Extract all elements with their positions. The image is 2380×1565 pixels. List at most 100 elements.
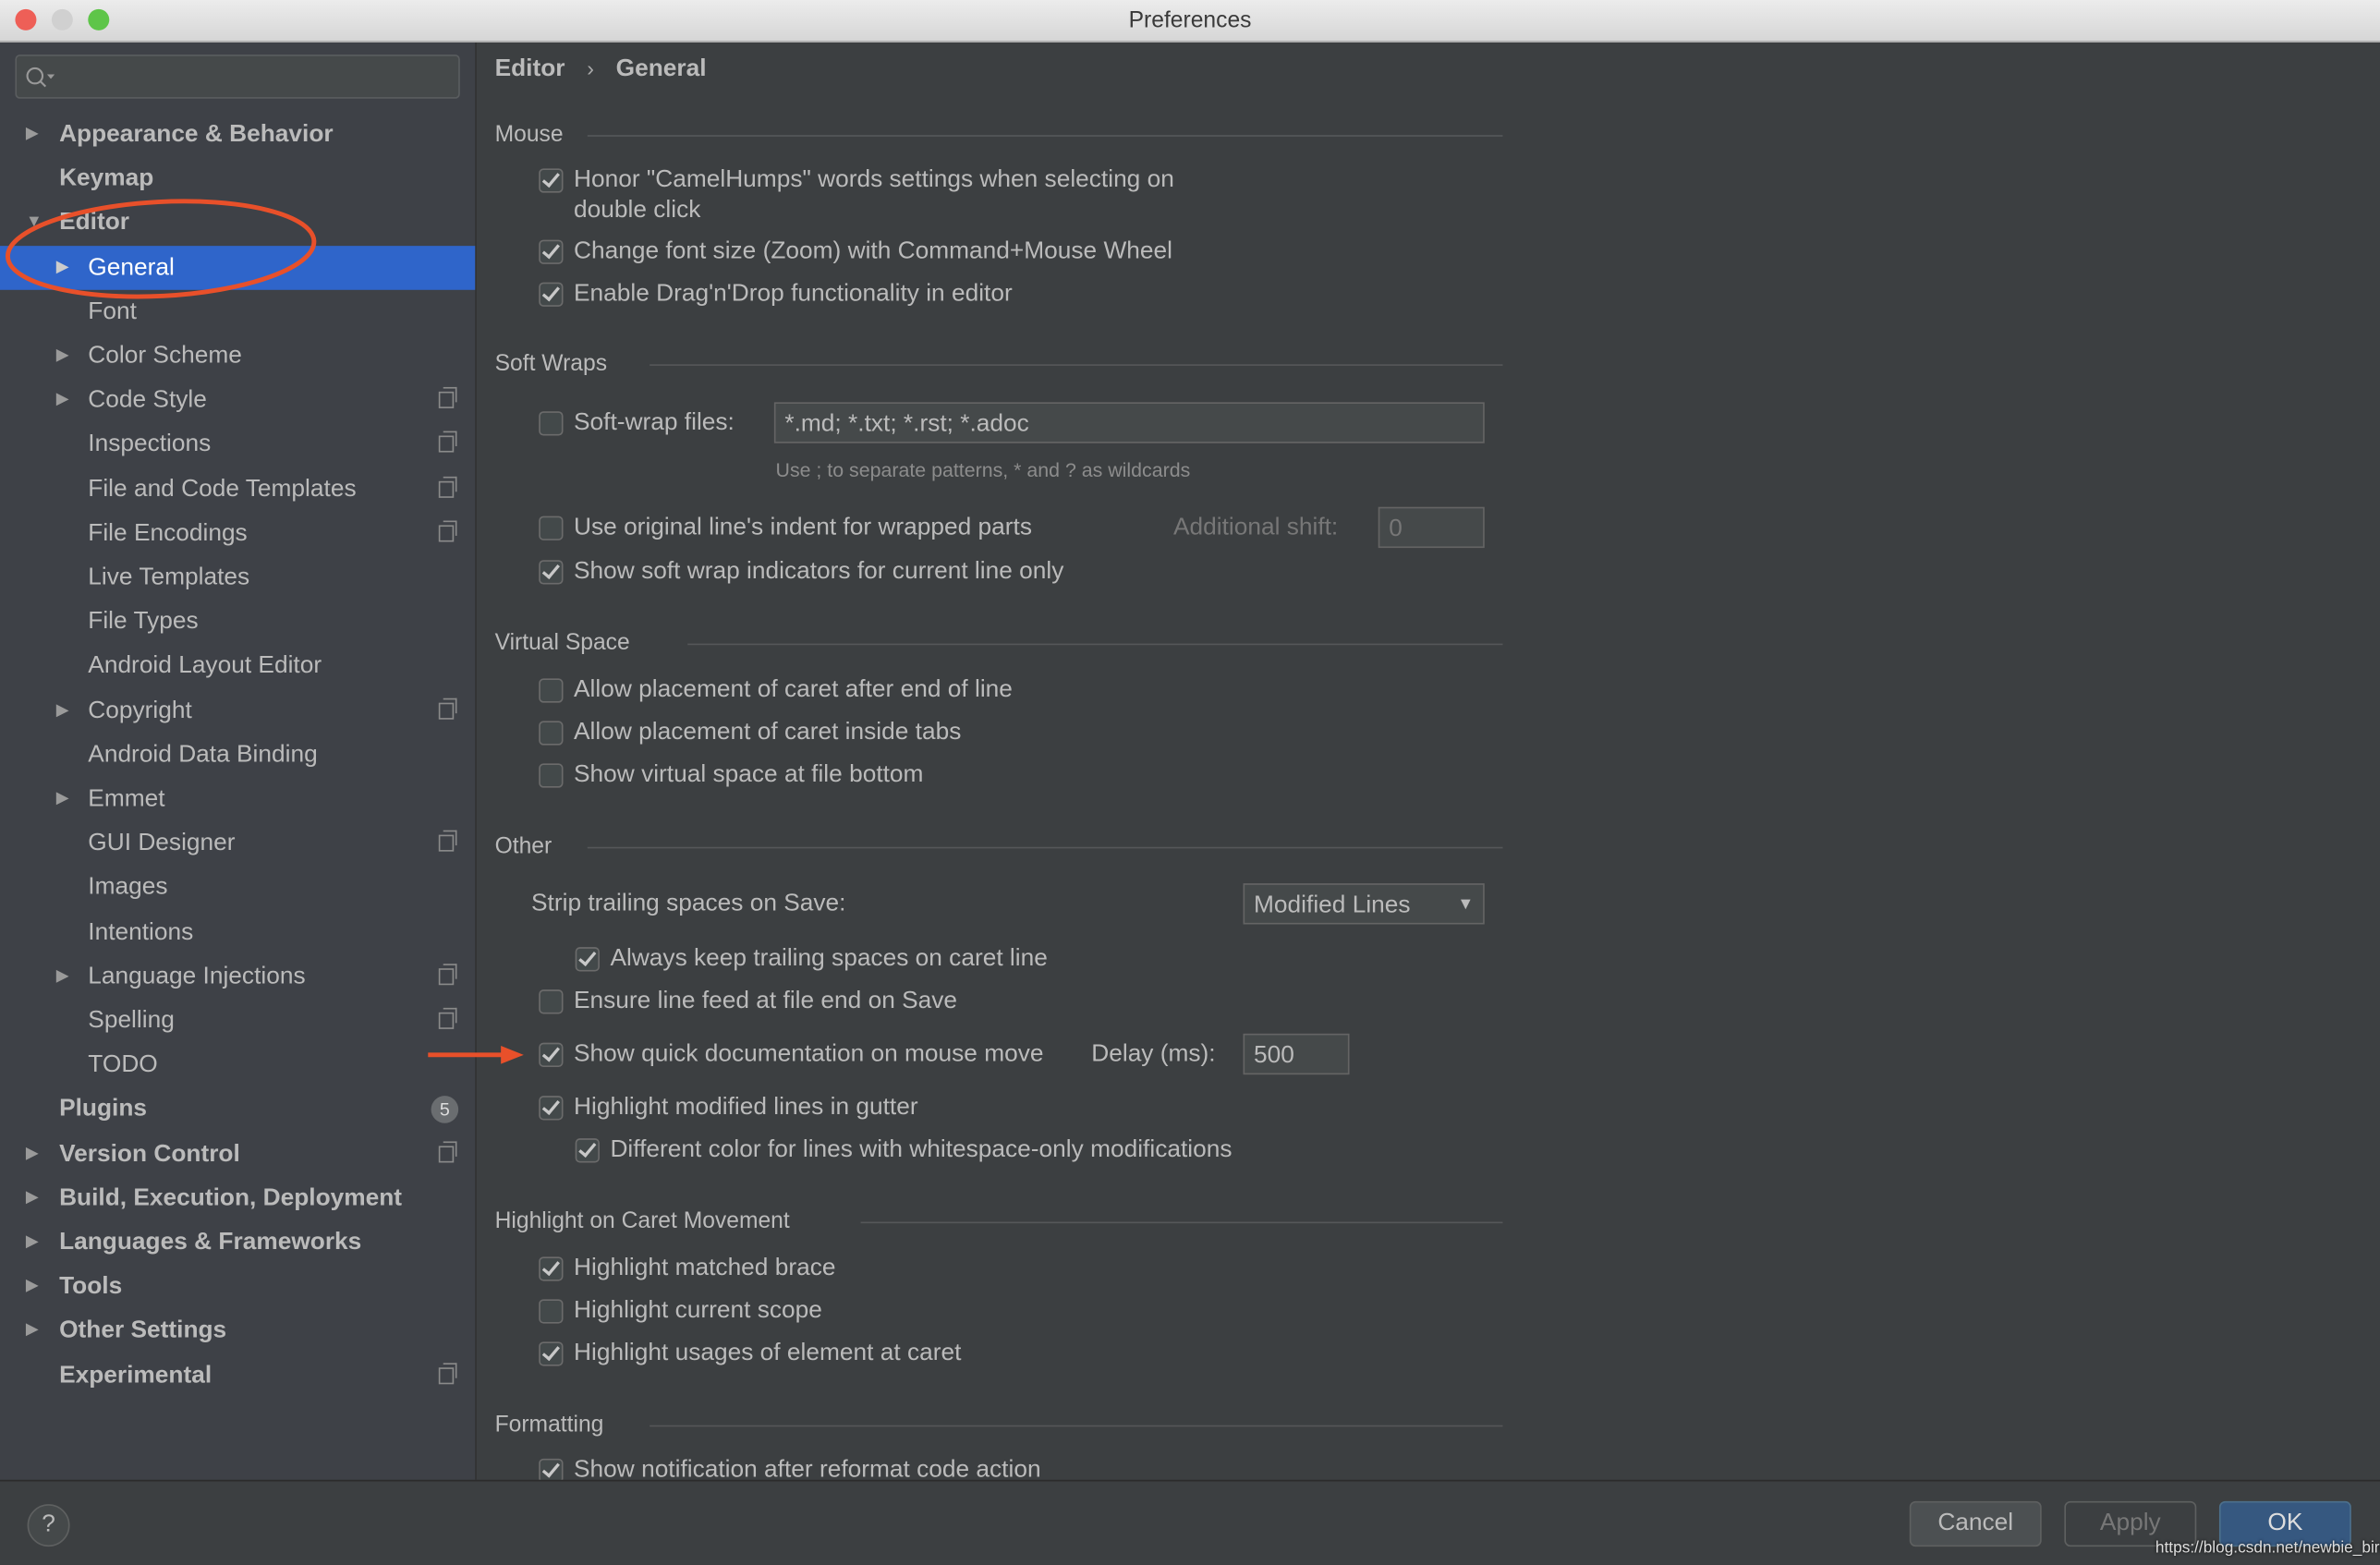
sidebar-item-file-and-code-templates[interactable]: File and Code Templates bbox=[0, 467, 475, 511]
sidebar-item-appearance-behavior[interactable]: ▶ Appearance & Behavior bbox=[0, 113, 475, 157]
checkbox-always-keep-trailing-spaces-on-caret-lin[interactable] bbox=[575, 947, 600, 972]
strip-trailing-spaces-dropdown[interactable]: Modified Lines ▼ bbox=[1243, 883, 1485, 925]
chevron-right-icon[interactable]: ▶ bbox=[56, 334, 69, 378]
checkbox-label[interactable]: Soft-wrap files: bbox=[574, 408, 735, 439]
checkbox-label[interactable]: Always keep trailing spaces on caret lin… bbox=[610, 944, 1047, 975]
checkbox-label[interactable]: Allow placement of caret inside tabs bbox=[574, 718, 961, 748]
sidebar-item-copyright[interactable]: ▶ Copyright bbox=[0, 688, 475, 733]
section-divider bbox=[650, 364, 1503, 366]
chevron-right-icon[interactable]: ▶ bbox=[56, 954, 69, 999]
section-header-virtual-space: Virtual Space bbox=[494, 629, 630, 656]
sidebar-item-version-control[interactable]: ▶ Version Control bbox=[0, 1132, 475, 1176]
checkbox-highlight-current-scope[interactable] bbox=[539, 1299, 564, 1324]
sidebar-item-android-data-binding[interactable]: Android Data Binding bbox=[0, 733, 475, 777]
preferences-window: Preferences ▶ Appearance & Behavior Keymap… bbox=[0, 0, 2380, 1565]
sidebar-item-color-scheme[interactable]: ▶ Color Scheme bbox=[0, 334, 475, 378]
sidebar-item-keymap[interactable]: Keymap bbox=[0, 157, 475, 201]
checkbox-label[interactable]: Allow placement of caret after end of li… bbox=[574, 675, 1013, 706]
checkbox-label[interactable]: Enable Drag'n'Drop functionality in edit… bbox=[574, 279, 1013, 309]
chevron-right-icon[interactable]: ▶ bbox=[26, 1265, 39, 1309]
checkbox-show-soft-wrap-indicators-for-current-li[interactable] bbox=[539, 560, 564, 585]
sidebar-item-emmet[interactable]: ▶ Emmet bbox=[0, 777, 475, 821]
checkbox-label[interactable]: Highlight usages of element at caret bbox=[574, 1339, 961, 1369]
checkbox-label[interactable]: Highlight matched brace bbox=[574, 1254, 835, 1284]
breadcrumb-parent[interactable]: Editor bbox=[495, 56, 565, 82]
sidebar-item-intentions[interactable]: Intentions bbox=[0, 910, 475, 954]
chevron-right-icon[interactable]: ▶ bbox=[56, 378, 69, 422]
checkbox-label[interactable]: Change font size (Zoom) with Command+Mou… bbox=[574, 237, 1172, 267]
chevron-right-icon[interactable]: ▶ bbox=[26, 1176, 39, 1220]
sidebar-item-font[interactable]: Font bbox=[0, 289, 475, 334]
checkbox-ensure-line-feed-at-file-end-on-save[interactable] bbox=[539, 989, 564, 1014]
section-header-highlight-on-caret-movement: Highlight on Caret Movement bbox=[494, 1207, 790, 1234]
sidebar-item-languages-frameworks[interactable]: ▶ Languages & Frameworks bbox=[0, 1220, 475, 1265]
checkbox-change-font-size-zoom-with-command-mouse[interactable] bbox=[539, 239, 564, 264]
checkbox-label[interactable]: Show soft wrap indicators for current li… bbox=[574, 557, 1063, 588]
checkbox-highlight-usages-of-element-at-caret[interactable] bbox=[539, 1341, 564, 1366]
checkbox-show-notification-after-reformat-code-ac[interactable] bbox=[539, 1458, 564, 1480]
chevron-right-icon[interactable]: ▶ bbox=[26, 1132, 39, 1176]
chevron-right-icon[interactable]: ▶ bbox=[56, 777, 69, 821]
sidebar-item-live-templates[interactable]: Live Templates bbox=[0, 555, 475, 600]
checkbox-label[interactable]: Ensure line feed at file end on Save bbox=[574, 987, 957, 1017]
cancel-button[interactable]: Cancel bbox=[1909, 1500, 2042, 1547]
sidebar-item-file-types[interactable]: File Types bbox=[0, 600, 475, 644]
sidebar-item-build-execution-deployment[interactable]: ▶ Build, Execution, Deployment bbox=[0, 1176, 475, 1220]
chevron-right-icon[interactable]: ▶ bbox=[56, 245, 69, 289]
sidebar-item-other-settings[interactable]: ▶ Other Settings bbox=[0, 1309, 475, 1353]
sidebar-item-tools[interactable]: ▶ Tools bbox=[0, 1265, 475, 1309]
sidebar-item-inspections[interactable]: Inspections bbox=[0, 422, 475, 467]
sidebar-item-label: Live Templates bbox=[88, 564, 250, 591]
sidebar-item-gui-designer[interactable]: GUI Designer bbox=[0, 821, 475, 866]
chevron-right-icon[interactable]: ▶ bbox=[26, 113, 39, 157]
sidebar-item-editor[interactable]: ▼ Editor bbox=[0, 201, 475, 246]
sidebar-item-plugins[interactable]: Plugins 5 bbox=[0, 1087, 475, 1132]
sidebar-item-language-injections[interactable]: ▶ Language Injections bbox=[0, 954, 475, 999]
project-settings-icon bbox=[438, 1362, 457, 1384]
delay-input[interactable]: 500 bbox=[1243, 1033, 1350, 1075]
checkbox-allow-placement-of-caret-inside-tabs[interactable] bbox=[539, 721, 564, 746]
checkbox-different-color-for-lines-with-whitespac[interactable] bbox=[575, 1138, 600, 1163]
sidebar-item-todo[interactable]: TODO bbox=[0, 1043, 475, 1087]
checkbox-allow-placement-of-caret-after-end-of-li[interactable] bbox=[539, 678, 564, 703]
sidebar-item-code-style[interactable]: ▶ Code Style bbox=[0, 378, 475, 422]
checkbox-show-quick-documentation-on-mouse-move[interactable] bbox=[539, 1042, 564, 1067]
sidebar-item-spelling[interactable]: Spelling bbox=[0, 999, 475, 1043]
checkbox-label[interactable]: Highlight modified lines in gutter bbox=[574, 1093, 918, 1123]
chevron-right-icon[interactable]: ▶ bbox=[26, 1220, 39, 1265]
checkbox-label-continued[interactable]: double click bbox=[574, 196, 700, 226]
checkbox-enable-drag-n-drop-functionality-in-edit[interactable] bbox=[539, 282, 564, 307]
sidebar-item-android-layout-editor[interactable]: Android Layout Editor bbox=[0, 644, 475, 688]
sidebar-item-label: Other Settings bbox=[59, 1317, 227, 1344]
additional-shift-input[interactable]: 0 bbox=[1378, 506, 1485, 549]
checkbox-label[interactable]: Show quick documentation on mouse move bbox=[574, 1039, 1044, 1070]
checkbox-highlight-matched-brace[interactable] bbox=[539, 1256, 564, 1281]
checkbox-label[interactable]: Show virtual space at file bottom bbox=[574, 760, 923, 791]
chevron-right-icon[interactable]: ▶ bbox=[56, 688, 69, 733]
sidebar-item-file-encodings[interactable]: File Encodings bbox=[0, 511, 475, 555]
sidebar-item-label: Images bbox=[88, 874, 168, 901]
help-button[interactable]: ? bbox=[27, 1504, 70, 1547]
checkbox-show-virtual-space-at-file-bottom[interactable] bbox=[539, 763, 564, 788]
checkbox-label[interactable]: Show notification after reformat code ac… bbox=[574, 1456, 1041, 1480]
sidebar-item-label: GUI Designer bbox=[88, 830, 236, 856]
sidebar-item-label: Languages & Frameworks bbox=[59, 1229, 362, 1256]
sidebar-item-experimental[interactable]: Experimental bbox=[0, 1353, 475, 1398]
checkbox-use-original-line-s-indent-for-wrapped-p[interactable] bbox=[539, 516, 564, 540]
checkbox-label[interactable]: Use original line's indent for wrapped p… bbox=[574, 513, 1032, 543]
sidebar-item-label: General bbox=[88, 254, 175, 281]
checkbox-highlight-modified-lines-in-gutter[interactable] bbox=[539, 1096, 564, 1121]
checkbox-label[interactable]: Honor "CamelHumps" words settings when s… bbox=[574, 165, 1174, 196]
project-settings-icon bbox=[438, 476, 457, 498]
chevron-right-icon[interactable]: ▶ bbox=[26, 1309, 39, 1353]
sidebar-item-general[interactable]: ▶ General bbox=[0, 245, 476, 290]
checkbox-soft-wrap-files[interactable] bbox=[539, 411, 564, 436]
checkbox-honor-camelhumps-words-settings-when-sel[interactable] bbox=[539, 168, 564, 193]
checkbox-label[interactable]: Different color for lines with whitespac… bbox=[610, 1135, 1232, 1166]
chevron-down-icon[interactable]: ▼ bbox=[26, 201, 42, 246]
settings-search-input[interactable] bbox=[15, 55, 460, 99]
section-header-other: Other bbox=[494, 832, 552, 859]
soft-wrap-files-input[interactable]: *.md; *.txt; *.rst; *.adoc bbox=[773, 402, 1485, 443]
checkbox-label[interactable]: Highlight current scope bbox=[574, 1296, 822, 1327]
sidebar-item-images[interactable]: Images bbox=[0, 866, 475, 910]
